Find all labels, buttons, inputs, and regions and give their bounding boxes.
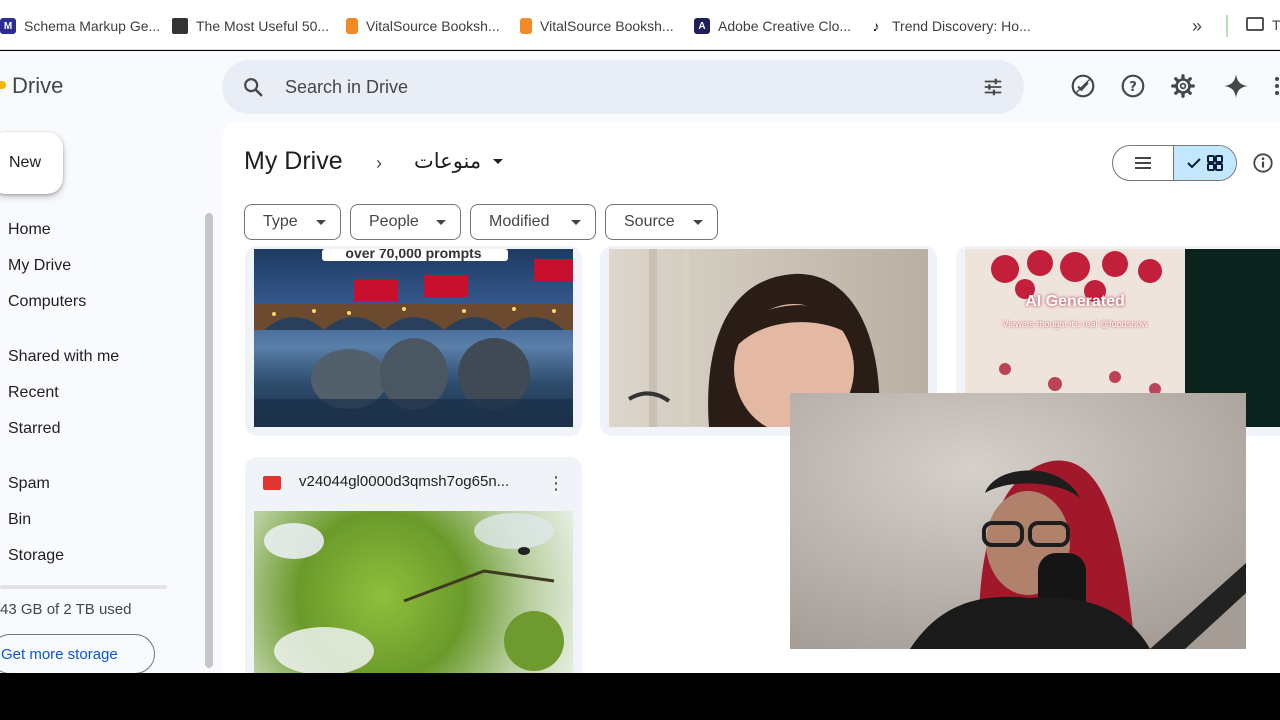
bookmark-trend[interactable]: ♪ Trend Discovery: Ho...	[868, 11, 1031, 41]
search-bar[interactable]	[222, 60, 1024, 114]
filter-modified-chip[interactable]: Modified	[470, 204, 596, 240]
file-card[interactable]: v24044gl0000d3qmsh7og65n... ⋮	[245, 457, 582, 673]
bookmark-useful[interactable]: The Most Useful 50...	[172, 11, 329, 41]
webcam-overlay	[790, 393, 1246, 649]
breadcrumb-root[interactable]: My Drive	[244, 147, 343, 176]
dropdown-caret-icon	[436, 220, 446, 225]
bookmark-folder-label[interactable]: T	[1272, 17, 1280, 33]
file-name[interactable]: v24044gl0000d3qmsh7og65n...	[299, 473, 509, 490]
letterbox-bar	[0, 673, 1280, 720]
bookmark-label: Trend Discovery: Ho...	[892, 18, 1031, 34]
sidebar-item-storage[interactable]: Storage	[8, 547, 64, 571]
sidebar-item-starred[interactable]: Starred	[8, 420, 60, 444]
get-more-storage-label: Get more storage	[1, 645, 118, 663]
storage-usage-bar	[0, 585, 167, 589]
drive-app: Drive ? New Home My Drive Compu	[0, 51, 1280, 673]
grid-view-button[interactable]	[1174, 146, 1236, 180]
file-card[interactable]: over 70,000 prompts	[245, 246, 582, 436]
get-more-storage-button[interactable]: Get more storage	[0, 634, 155, 673]
new-button[interactable]: New	[0, 132, 63, 194]
folder-menu-caret-icon[interactable]	[493, 159, 503, 164]
seals-thumbnail-art	[254, 249, 573, 427]
video-file-icon	[263, 476, 281, 490]
chevron-right-icon: ›	[376, 153, 382, 173]
sidebar-scrollbar[interactable]	[205, 213, 213, 668]
bookmark-label: Adobe Creative Clo...	[718, 18, 852, 34]
sidebar-item-spam[interactable]: Spam	[8, 475, 50, 499]
info-icon[interactable]	[1252, 152, 1274, 174]
grid-view-icon	[1207, 155, 1223, 171]
help-icon[interactable]: ?	[1120, 73, 1146, 99]
adobe-icon: A	[694, 18, 710, 34]
vitalsource-icon	[520, 18, 532, 34]
thumbnail-caption: over 70,000 prompts	[345, 249, 482, 261]
list-view-icon	[1135, 157, 1151, 169]
sidebar-item-computers[interactable]: Computers	[8, 293, 86, 317]
bookmark-adobe[interactable]: A Adobe Creative Clo...	[694, 11, 851, 41]
filter-label: Source	[624, 213, 675, 230]
more-vert-icon[interactable]: ⋮	[547, 473, 565, 494]
bookmark-label: Schema Markup Ge...	[24, 18, 161, 34]
sidebar-item-bin[interactable]: Bin	[8, 511, 31, 535]
folder-icon[interactable]	[1246, 17, 1264, 31]
new-button-label: New	[9, 154, 42, 171]
bookmark-label: VitalSource Booksh...	[366, 18, 500, 34]
storage-usage-text: 43 GB of 2 TB used	[0, 601, 132, 618]
filter-source-chip[interactable]: Source	[605, 204, 718, 240]
sidebar-item-shared[interactable]: Shared with me	[8, 348, 119, 372]
thumbnail-caption: AI Generated	[1025, 293, 1125, 310]
bookmark-vitalsource-2[interactable]: VitalSource Booksh...	[520, 11, 674, 41]
checkmark-icon	[1187, 158, 1201, 169]
app-name[interactable]: Drive	[12, 73, 63, 99]
page-icon	[172, 18, 188, 34]
offline-ready-icon[interactable]	[1070, 73, 1096, 99]
breadcrumb-current-folder[interactable]: منوعات	[414, 149, 481, 174]
thumbnail-subcaption: Viewers thought it's real @foodshow	[1002, 319, 1148, 329]
bookmark-label: VitalSource Booksh...	[540, 18, 674, 34]
bookmark-label: The Most Useful 50...	[196, 18, 330, 34]
list-view-button[interactable]	[1113, 146, 1174, 180]
sidebar-item-recent[interactable]: Recent	[8, 384, 59, 408]
leaves-thumbnail-art	[264, 513, 564, 673]
filter-label: Modified	[489, 213, 550, 230]
bookmarks-bar: M Schema Markup Ge... The Most Useful 50…	[0, 0, 1280, 50]
video-thumbnail[interactable]	[254, 511, 573, 673]
settings-gear-icon[interactable]	[1170, 73, 1196, 99]
sidebar-item-home[interactable]: Home	[8, 221, 51, 245]
sidebar-item-my-drive[interactable]: My Drive	[8, 257, 71, 281]
search-options-icon[interactable]	[982, 76, 1004, 98]
bookmarks-overflow-button[interactable]: »	[1192, 16, 1202, 37]
tiktok-icon: ♪	[868, 18, 884, 34]
bookmark-schema[interactable]: M Schema Markup Ge...	[0, 11, 160, 41]
dropdown-caret-icon	[693, 220, 703, 225]
view-toggle	[1112, 145, 1237, 181]
gemini-sparkle-icon[interactable]	[1223, 73, 1249, 99]
schema-icon: M	[0, 18, 16, 34]
search-input[interactable]	[285, 60, 965, 114]
drive-logo-icon	[0, 81, 6, 89]
apps-icon[interactable]	[1272, 73, 1280, 99]
vitalsource-icon	[346, 18, 358, 34]
dropdown-caret-icon	[571, 220, 581, 225]
bookmarks-divider	[1226, 15, 1228, 37]
video-thumbnail[interactable]: over 70,000 prompts	[254, 249, 573, 427]
filter-label: People	[369, 213, 419, 230]
filter-type-chip[interactable]: Type	[244, 204, 341, 240]
bookmark-vitalsource-1[interactable]: VitalSource Booksh...	[346, 11, 500, 41]
webcam-presenter-art	[790, 393, 1246, 649]
filter-label: Type	[263, 213, 298, 230]
search-icon[interactable]	[242, 76, 264, 98]
filter-people-chip[interactable]: People	[350, 204, 461, 240]
svg-text:?: ?	[1129, 80, 1137, 95]
dropdown-caret-icon	[316, 220, 326, 225]
